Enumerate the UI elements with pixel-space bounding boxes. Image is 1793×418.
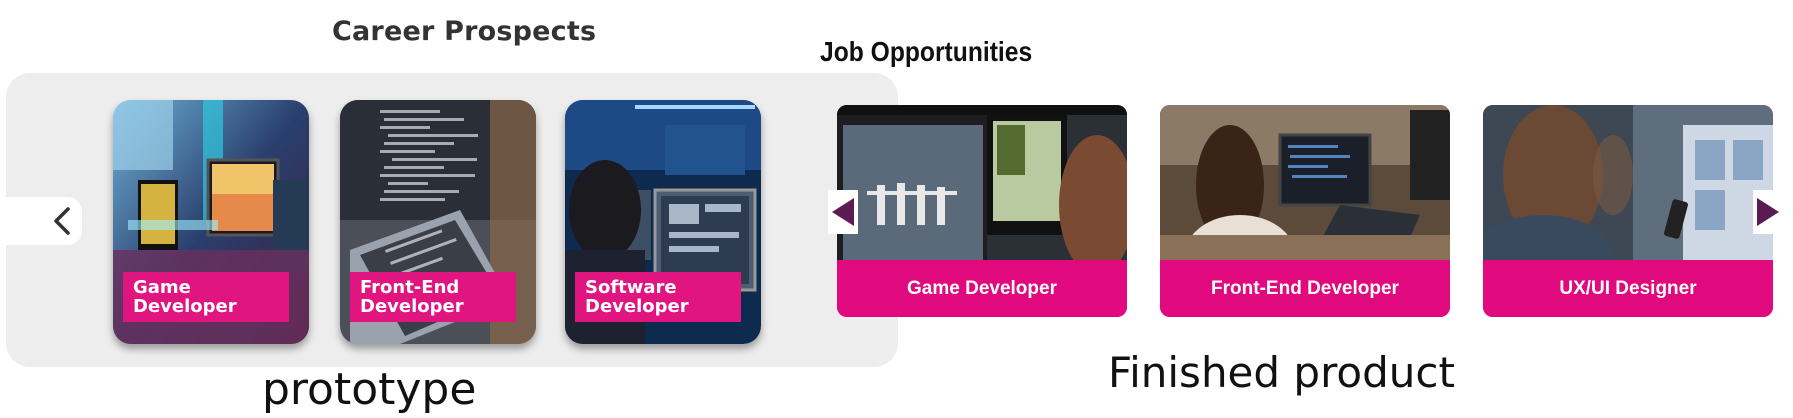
prototype-card-front-end-developer[interactable]: Front-End Developer (340, 100, 536, 344)
developer-at-desk-image (1160, 105, 1450, 260)
finished-card-game-developer[interactable]: Game Developer (837, 105, 1127, 317)
card-label: Game Developer (837, 260, 1127, 317)
card-label: Software Developer (575, 272, 741, 322)
triangle-left-icon (832, 198, 854, 226)
finished-section-title: Job Opportunities (820, 36, 1033, 67)
prototype-caption: prototype (262, 364, 477, 415)
finished-next-button[interactable] (1753, 190, 1783, 234)
designer-with-phone-image (1483, 105, 1773, 260)
finished-card-front-end-developer[interactable]: Front-End Developer (1160, 105, 1450, 317)
prototype-section-title: Career Prospects (332, 16, 597, 47)
3d-modeling-image (837, 105, 1127, 260)
triangle-right-icon (1757, 198, 1779, 226)
prototype-card-game-developer[interactable]: Game Developer (113, 100, 309, 344)
finished-card-ux-ui-designer[interactable]: UX/UI Designer (1483, 105, 1773, 317)
card-label: UX/UI Designer (1483, 260, 1773, 317)
card-label: Front-End Developer (1160, 260, 1450, 317)
prototype-prev-button[interactable] (0, 197, 82, 245)
chevron-left-icon (54, 207, 70, 235)
finished-prev-button[interactable] (828, 190, 858, 234)
card-label: Game Developer (123, 272, 289, 322)
finished-caption: Finished product (1108, 348, 1455, 397)
card-label: Front-End Developer (350, 272, 516, 322)
prototype-card-software-developer[interactable]: Software Developer (565, 100, 761, 344)
